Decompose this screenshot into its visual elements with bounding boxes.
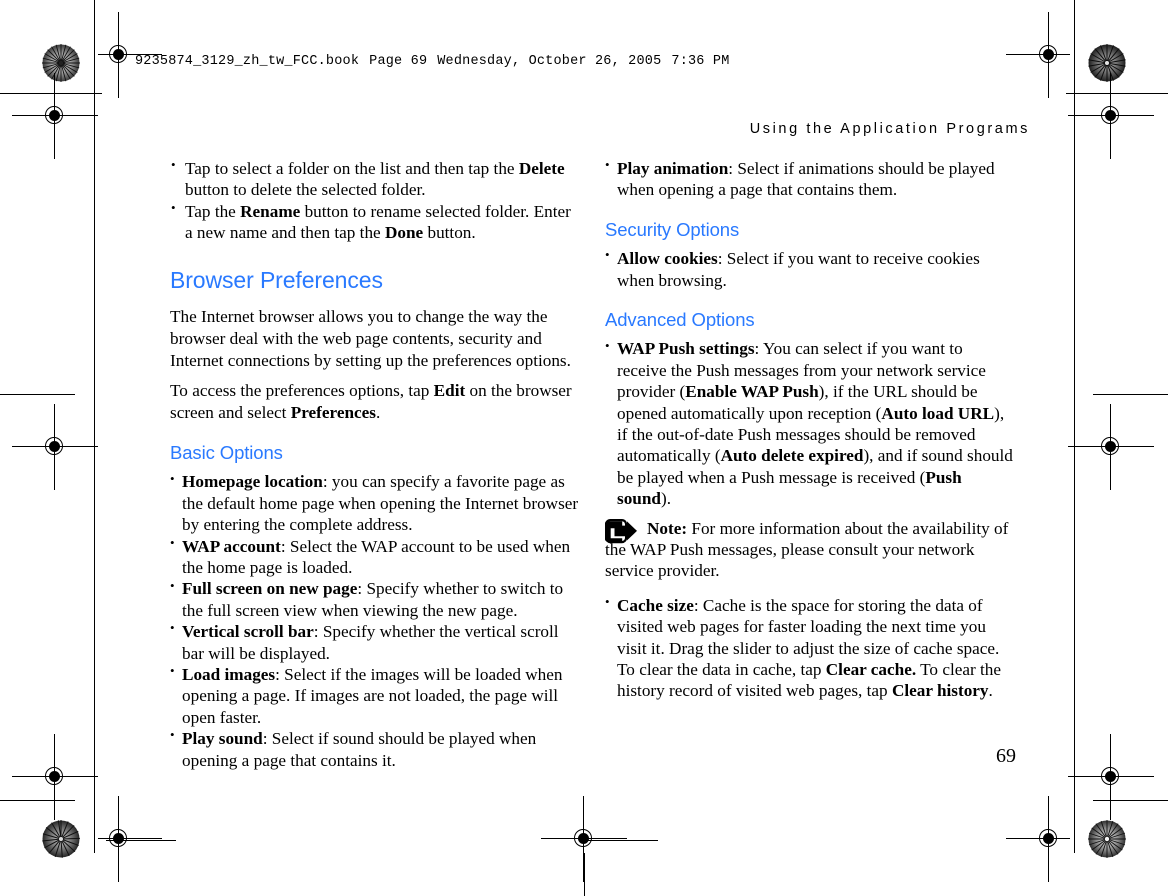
file-stamp-book: 9235874_3129_zh_tw_FCC.book xyxy=(135,54,360,69)
file-stamp: 9235874_3129_zh_tw_FCC.book Page 69 Wednes… xyxy=(135,54,730,69)
list-item: Tap to select a folder on the list and t… xyxy=(170,157,580,201)
crop-rule-mid-left xyxy=(0,394,75,396)
trim-rule-right xyxy=(1074,0,1076,93)
list-item: Allow cookies: Select if you want to rec… xyxy=(605,247,1015,291)
file-stamp-page: Page 69 xyxy=(369,54,428,69)
registration-mark-right-lower xyxy=(1068,734,1154,820)
list-item: Homepage location: you can specify a fav… xyxy=(170,471,580,535)
list-item: Full screen on new page: Specify whether… xyxy=(170,578,580,621)
color-rosette-bottom-right xyxy=(1088,820,1126,858)
crop-rule-bottom-center-right xyxy=(588,840,658,842)
crop-rule-bottom-center-left xyxy=(106,840,176,842)
crop-rule-top-right xyxy=(1066,93,1168,95)
registration-mark-left-lower xyxy=(12,734,98,820)
subheading-basic-options: Basic Options xyxy=(170,442,283,463)
cache-size-list: Cache size: Cache is the space for stori… xyxy=(605,594,1015,702)
intro-paragraph-1: The Internet browser allows you to chang… xyxy=(170,306,571,370)
subheading-advanced-options: Advanced Options xyxy=(605,308,755,330)
security-options-list: Allow cookies: Select if you want to rec… xyxy=(605,247,1015,291)
registration-mark-right-upper xyxy=(1068,73,1154,159)
list-item: WAP Push settings: You can select if you… xyxy=(605,338,1015,509)
note-arrow-icon xyxy=(605,518,639,544)
trim-rule-left-body xyxy=(94,93,96,853)
list-item: Vertical scroll bar: Specify whether the… xyxy=(170,620,580,664)
intro-paragraph-2: To access the preferences options, tap E… xyxy=(170,380,572,422)
registration-mark-left-middle xyxy=(12,404,98,490)
note-label: Note: xyxy=(647,518,688,538)
play-animation-list: Play animation: Select if animations sho… xyxy=(605,157,1015,201)
running-head: Using the Application Programs xyxy=(749,121,1030,137)
crop-rule-bot-right xyxy=(1093,800,1168,802)
registration-mark-top-left xyxy=(98,12,162,98)
section-heading-browser-preferences: Browser Preferences xyxy=(170,266,383,293)
page-number: 69 xyxy=(996,745,1016,767)
registration-mark-bottom-right xyxy=(1006,796,1070,882)
registration-mark-bottom-left xyxy=(98,796,162,882)
basic-options-list: Homepage location: you can specify a fav… xyxy=(170,471,580,771)
crop-rule-top-left xyxy=(0,93,102,95)
crop-rule-mid-right xyxy=(1093,394,1168,396)
registration-mark-left-upper xyxy=(12,73,98,159)
subheading-security-options: Security Options xyxy=(605,218,740,240)
color-rosette-top-left xyxy=(42,44,80,82)
advanced-options-list: WAP Push settings: You can select if you… xyxy=(605,338,1015,509)
registration-mark-right-middle xyxy=(1068,404,1154,490)
color-rosette-top-right xyxy=(1088,44,1126,82)
right-column: Play animation: Select if animations sho… xyxy=(605,157,1015,702)
note-callout: Note: For more information about the ava… xyxy=(605,518,1015,582)
trim-rule-left xyxy=(94,0,96,93)
list-item: Cache size: Cache is the space for stori… xyxy=(605,594,1015,702)
list-item: Tap the Rename button to rename selected… xyxy=(170,200,580,244)
registration-mark-bottom-center xyxy=(541,796,627,882)
list-item: Play animation: Select if animations sho… xyxy=(605,157,1015,201)
registration-mark-top-right xyxy=(1006,12,1070,98)
color-rosette-bottom-left xyxy=(42,820,80,858)
crop-rule-bot-left xyxy=(0,800,75,802)
list-item: Play sound: Select if sound should be pl… xyxy=(170,727,580,771)
trim-rule-bottom-center xyxy=(584,853,586,896)
left-column: Tap to select a folder on the list and t… xyxy=(170,157,580,771)
page-content: Tap to select a folder on the list and t… xyxy=(170,157,1015,769)
folder-actions-list: Tap to select a folder on the list and t… xyxy=(170,157,580,244)
file-stamp-time: 7:36 PM xyxy=(671,54,730,69)
list-item: WAP account: Select the WAP account to b… xyxy=(170,535,580,579)
list-item: Load images: Select if the images will b… xyxy=(170,663,580,728)
file-stamp-date: Wednesday, October 26, 2005 xyxy=(437,54,662,69)
trim-rule-right-body xyxy=(1074,93,1076,853)
